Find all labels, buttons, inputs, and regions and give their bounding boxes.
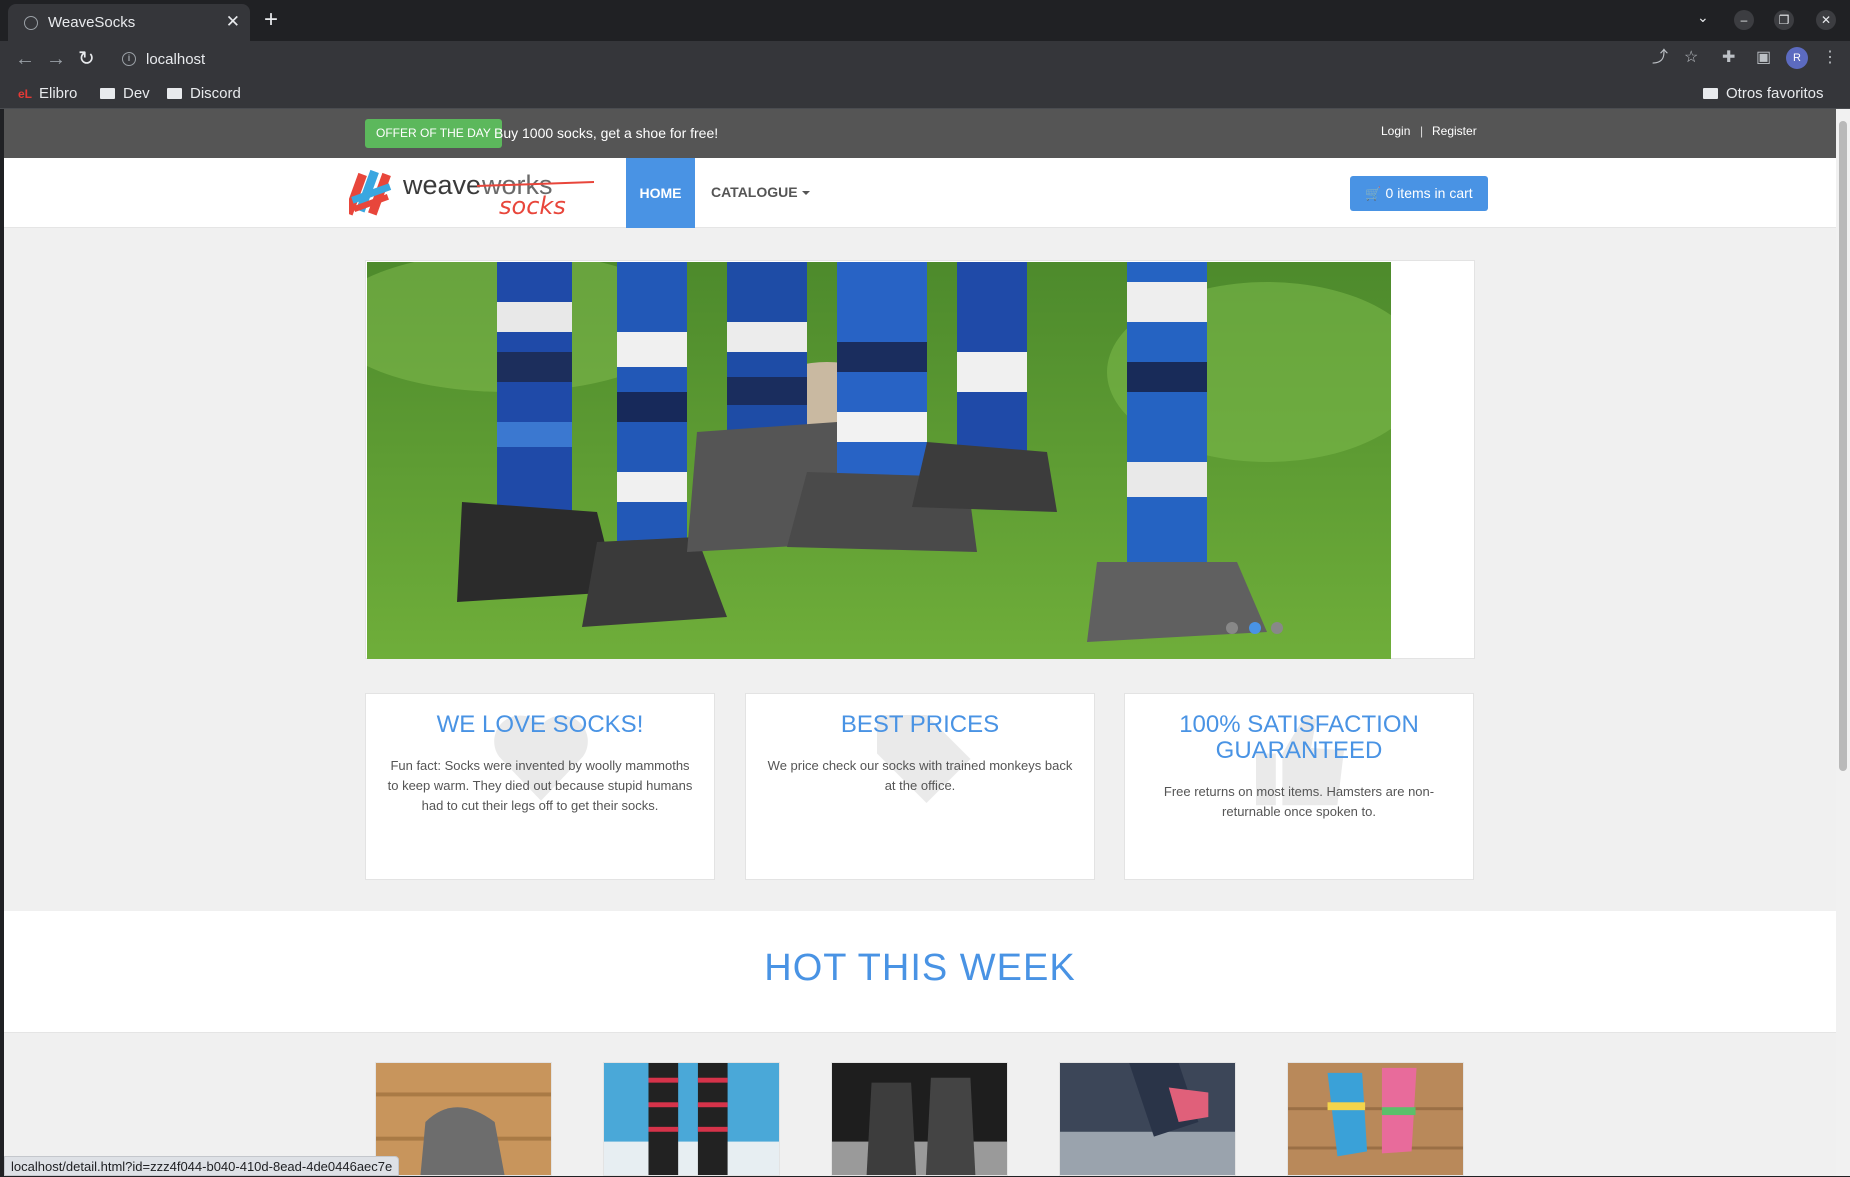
- restore-icon[interactable]: ❐: [1774, 10, 1794, 30]
- forward-icon[interactable]: →: [46, 47, 66, 71]
- hero-carousel[interactable]: [365, 260, 1475, 659]
- caret-down-icon: [801, 191, 810, 196]
- nav-catalogue[interactable]: CATALOGUE: [711, 184, 810, 200]
- svg-text:weave: weave: [402, 170, 481, 200]
- bookmark-discord[interactable]: Discord: [167, 85, 241, 102]
- offer-bar: OFFER OF THE DAY Buy 1000 socks, get a s…: [4, 109, 1836, 158]
- folder-icon: [167, 88, 182, 99]
- extensions-icon[interactable]: ✚: [1722, 48, 1735, 68]
- carousel-dot-active[interactable]: [1249, 622, 1261, 634]
- bookmark-dev[interactable]: Dev: [100, 85, 150, 102]
- url-text[interactable]: localhost: [146, 51, 205, 68]
- feature-title: 100% SATISFACTION GUARANTEED: [1179, 711, 1419, 764]
- product-thumbnail[interactable]: [603, 1062, 780, 1176]
- reload-icon[interactable]: ↻: [78, 47, 95, 71]
- tab-strip: WeaveSocks ✕ + ⌄ – ❐ ✕: [0, 0, 1850, 41]
- tab-weavesocks[interactable]: WeaveSocks ✕: [8, 4, 250, 41]
- share-icon[interactable]: ⤴: [1652, 48, 1668, 68]
- feature-text: Free returns on most items. Hamsters are…: [1163, 784, 1435, 819]
- page-viewport: OFFER OF THE DAY Buy 1000 socks, get a s…: [4, 109, 1836, 1176]
- feature-text: Fun fact: Socks were invented by woolly …: [387, 758, 693, 813]
- scrollbar-thumb[interactable]: [1839, 121, 1847, 771]
- folder-icon: [1703, 88, 1718, 99]
- site-info-icon[interactable]: i: [122, 52, 136, 66]
- minimize-icon[interactable]: –: [1734, 10, 1754, 30]
- svg-text:socks: socks: [499, 192, 566, 220]
- back-icon[interactable]: ←: [15, 47, 35, 71]
- feature-text: We price check our socks with trained mo…: [767, 758, 1073, 793]
- hot-this-week-section: HOT THIS WEEK: [4, 911, 1836, 1033]
- new-tab-icon[interactable]: +: [264, 6, 278, 34]
- elibro-icon: eL: [18, 87, 33, 101]
- weaveworks-socks-logo[interactable]: weave works socks: [349, 164, 594, 220]
- menu-icon[interactable]: ⋮: [1822, 48, 1838, 68]
- nav-home[interactable]: HOME: [626, 158, 695, 228]
- product-thumbnail[interactable]: [831, 1062, 1008, 1176]
- folder-icon: [100, 88, 115, 99]
- feature-box-satisfaction: 100% SATISFACTION GUARANTEED Free returns…: [1124, 693, 1474, 880]
- carousel-slide-socks: [367, 262, 1391, 659]
- feature-title: BEST PRICES: [840, 711, 1000, 738]
- product-thumbnail[interactable]: [1059, 1062, 1236, 1176]
- cart-button[interactable]: 🛒 0 items in cart: [1350, 176, 1488, 211]
- offer-text: Buy 1000 socks, get a shoe for free!: [494, 125, 719, 141]
- close-window-icon[interactable]: ✕: [1816, 10, 1836, 30]
- address-bar[interactable]: i localhost: [112, 45, 1672, 75]
- register-link[interactable]: Register: [1432, 124, 1477, 138]
- separator: |: [1420, 124, 1424, 138]
- bookmark-elibro[interactable]: eL Elibro: [18, 85, 77, 102]
- tab-title: WeaveSocks: [48, 14, 136, 31]
- product-thumbnail[interactable]: [375, 1062, 552, 1176]
- login-link[interactable]: Login: [1381, 124, 1410, 138]
- product-thumbnail[interactable]: [1287, 1062, 1464, 1176]
- cart-icon: 🛒: [1365, 186, 1382, 201]
- bookmark-other[interactable]: Otros favoritos: [1703, 85, 1824, 102]
- favicon-icon: [24, 16, 38, 30]
- feature-box-best-prices: BEST PRICES We price check our socks wit…: [745, 693, 1095, 880]
- carousel-dot[interactable]: [1226, 622, 1238, 634]
- bookmarks-bar: eL Elibro Dev Discord Otros favoritos: [0, 79, 1850, 109]
- page-scrollbar[interactable]: [1836, 109, 1850, 1176]
- main-navbar: weave works socks HOME CATALOGUE 🛒 0 item…: [4, 158, 1836, 228]
- profile-avatar[interactable]: R: [1786, 47, 1808, 69]
- close-tab-icon[interactable]: ✕: [226, 12, 240, 32]
- link-status-bar: localhost/detail.html?id=zzz4f044-b040-4…: [4, 1156, 400, 1176]
- offer-badge: OFFER OF THE DAY: [365, 119, 502, 148]
- browser-toolbar: ← → ↻ i localhost ⤴ ☆ ✚ ▣ R ⋮: [0, 41, 1850, 79]
- bookmark-star-icon[interactable]: ☆: [1684, 48, 1698, 68]
- tab-search-icon[interactable]: ⌄: [1697, 9, 1709, 26]
- section-title: HOT THIS WEEK: [764, 947, 1076, 989]
- carousel-dot[interactable]: [1271, 622, 1283, 634]
- side-panel-icon[interactable]: ▣: [1756, 48, 1771, 68]
- feature-title: WE LOVE SOCKS!: [436, 711, 644, 738]
- feature-box-love-socks: WE LOVE SOCKS! Fun fact: Socks were inve…: [365, 693, 715, 880]
